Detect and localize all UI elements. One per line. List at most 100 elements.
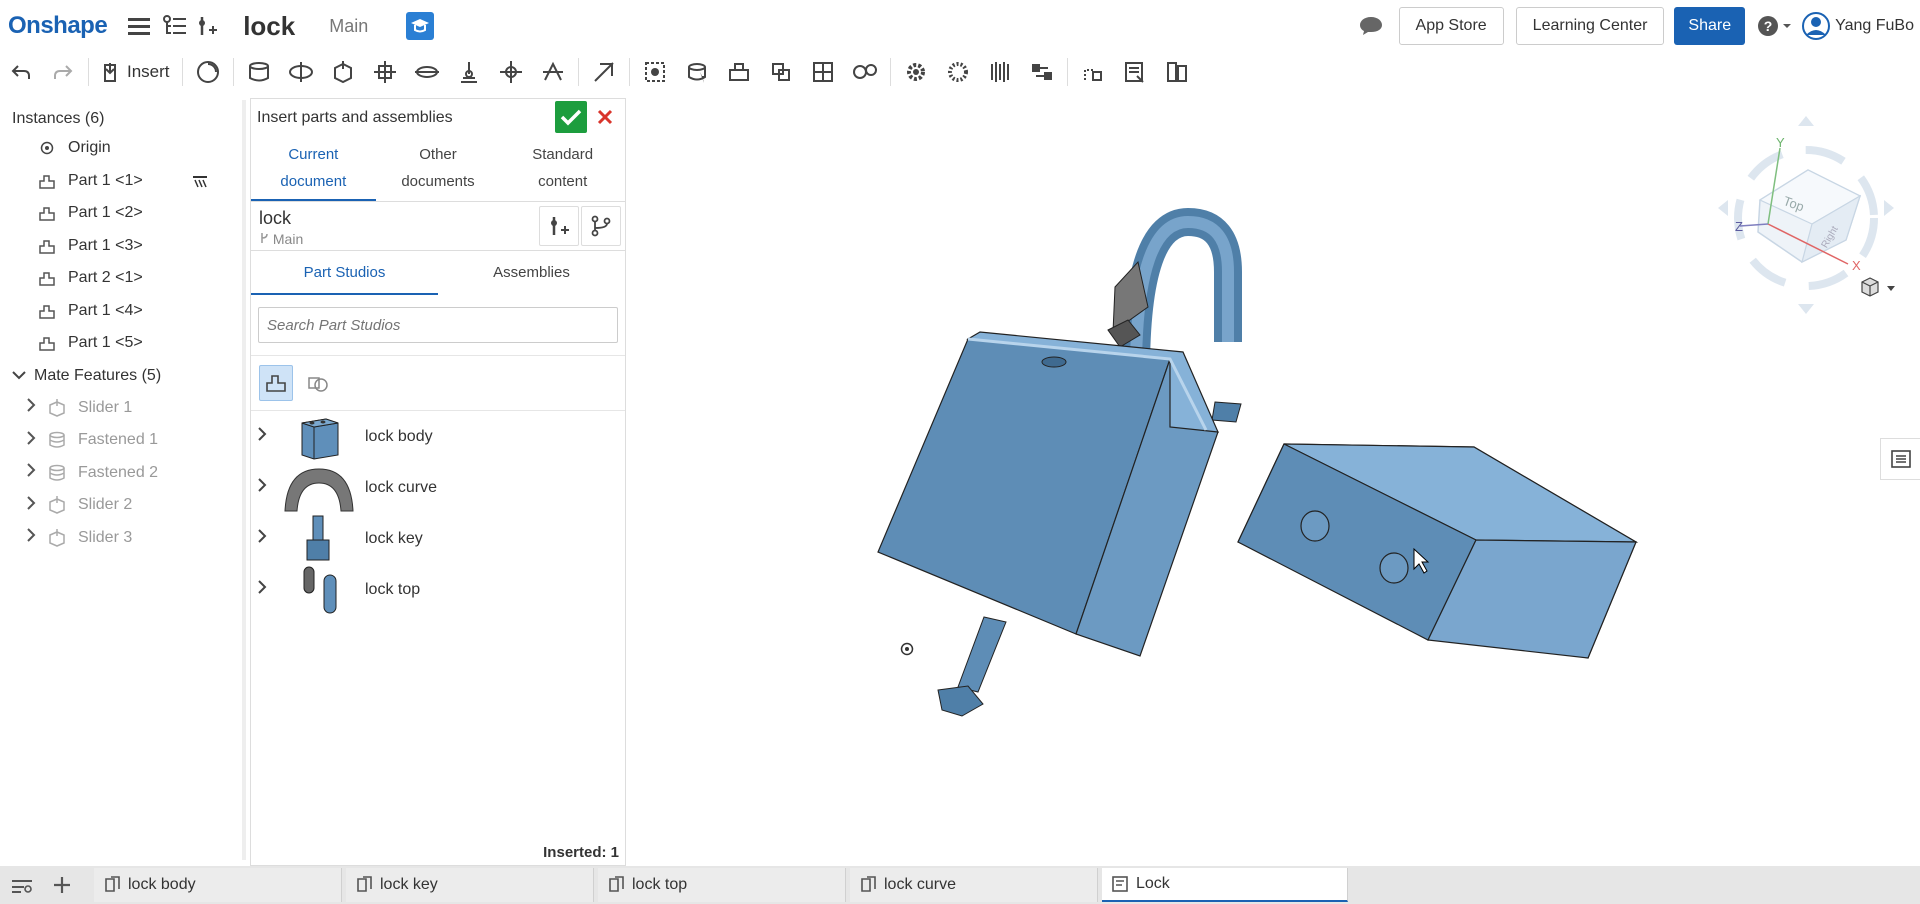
chevron-down-icon[interactable] [12,367,26,385]
branch-icon [591,215,611,237]
mate-connector-icon[interactable] [634,54,676,90]
tab-assemblies[interactable]: Assemblies [438,253,625,295]
part-studio-item[interactable]: lock top [251,564,625,615]
confirm-button[interactable] [555,101,587,133]
part-studio-icon [858,876,884,894]
tab-standard-content[interactable]: Standard content [500,137,625,201]
insert-button[interactable]: Insert [93,54,178,90]
measure-icon[interactable] [1072,54,1114,90]
replace-part-icon[interactable] [760,54,802,90]
tab-lock-curve[interactable]: lock curve [850,868,1098,902]
mate-fastened-1[interactable]: Fastened 1 [0,424,244,457]
insert-from-version-button[interactable] [539,206,579,246]
instance-part-2-1[interactable]: Part 2 <1> [0,262,244,295]
instance-part-1-2[interactable]: Part 1 <2> [0,197,244,230]
exploded-view-icon[interactable] [1156,54,1198,90]
pattern-icon[interactable] [802,54,844,90]
instance-part-1-4[interactable]: Part 1 <4> [0,295,244,328]
lock-body-part[interactable] [877,331,1219,657]
onshape-logo[interactable]: Onshape [8,12,108,40]
bom-icon[interactable] [1114,54,1156,90]
lock-top-part[interactable] [1237,443,1639,659]
feature-list-icon[interactable] [159,10,191,42]
tab-part-studios[interactable]: Part Studios [251,253,438,295]
chevron-right-icon[interactable] [257,580,267,599]
undo-icon[interactable] [0,54,42,90]
redo-icon[interactable] [42,54,84,90]
learning-center-button[interactable]: Learning Center [1515,7,1665,45]
group-icon[interactable] [676,54,718,90]
pin-slot-mate-icon[interactable] [448,54,490,90]
ball-mate-icon[interactable] [490,54,532,90]
education-badge-icon[interactable] [406,12,435,40]
tab-manager-icon[interactable] [4,866,40,904]
view-mode-dropdown[interactable] [1861,277,1895,297]
mate-slider-1[interactable]: Slider 1 [0,392,244,425]
right-panel-toggle-button[interactable] [1880,438,1920,480]
lock-key-part[interactable] [937,616,1007,717]
help-icon[interactable]: ? [1755,10,1795,42]
planar-mate-icon[interactable] [364,54,406,90]
instance-part-1-3[interactable]: Part 1 <3> [0,230,244,263]
slider-mate-icon[interactable] [322,54,364,90]
cancel-button[interactable] [589,101,621,133]
chevron-right-icon[interactable] [26,431,36,450]
chevron-right-icon[interactable] [26,463,36,482]
model-canvas[interactable]: Top Right X Y Z [628,92,1920,865]
part-studio-item[interactable]: lock body [251,411,625,462]
surfaces-filter-button[interactable] [301,365,335,401]
parts-filter-button[interactable] [259,365,293,401]
chevron-right-icon[interactable] [26,528,36,547]
tangent-mate-icon[interactable] [583,54,625,90]
gear-icon[interactable] [895,54,937,90]
part-studio-item[interactable]: lock key [251,513,625,564]
fastened-mate-icon[interactable] [238,54,280,90]
panel-scrollbar[interactable] [242,100,246,860]
revolute-mate-icon[interactable] [280,54,322,90]
cylindrical-mate-icon[interactable] [406,54,448,90]
document-title[interactable]: lock [243,11,295,42]
tab-other-documents[interactable]: Other documents [376,137,501,201]
add-tab-icon[interactable] [44,866,80,904]
share-button[interactable]: Share [1674,7,1746,45]
tab-label-line: content [538,173,588,190]
parallel-mate-icon[interactable] [532,54,574,90]
lock-top-thumbnail [281,565,357,615]
chevron-right-icon[interactable] [26,398,36,417]
tab-current-document[interactable]: Current document [251,137,376,201]
search-part-studios-input[interactable] [258,307,618,343]
chevron-right-icon[interactable] [257,529,267,548]
instance-part-1-1[interactable]: Part 1 <1> [0,165,244,198]
mate-fastened-2[interactable]: Fastened 2 [0,457,244,490]
instance-part-1-5[interactable]: Part 1 <5> [0,327,244,360]
mate-slider-2[interactable]: Slider 2 [0,489,244,522]
instance-origin[interactable]: Origin [0,132,244,165]
user-menu[interactable]: Yang FuBo [1801,11,1914,41]
mate-relation-icon[interactable] [718,54,760,90]
comments-icon[interactable] [1355,10,1387,42]
replicate-icon[interactable] [187,54,229,90]
chevron-right-icon[interactable] [257,478,267,497]
rack-pinion-icon[interactable] [937,54,979,90]
add-feature-icon[interactable] [191,10,223,42]
branch-picker-button[interactable] [581,206,621,246]
linear-relation-icon[interactable] [1021,54,1063,90]
origin-marker[interactable] [900,642,914,656]
branch-label[interactable]: Main [329,16,368,37]
mate-slider-3[interactable]: Slider 3 [0,522,244,555]
graphics-viewport[interactable]: Top Right X Y Z [628,92,1920,865]
mate-features-group[interactable]: Mate Features (5) [0,360,244,392]
tab-lock-top[interactable]: lock top [598,868,846,902]
chevron-right-icon[interactable] [26,496,36,515]
screw-relation-icon[interactable] [979,54,1021,90]
part-studio-item[interactable]: lock curve [251,462,625,513]
menu-icon[interactable] [123,10,155,42]
tab-lock-key[interactable]: lock key [346,868,594,902]
app-store-button[interactable]: App Store [1398,7,1504,45]
document-name: lock [259,208,292,228]
gear-relation-icon[interactable] [844,54,886,90]
chevron-right-icon[interactable] [257,427,267,446]
tab-lock-assembly[interactable]: Lock [1102,868,1348,902]
tab-lock-body[interactable]: lock body [94,868,342,902]
slider-mate-icon [46,495,68,515]
